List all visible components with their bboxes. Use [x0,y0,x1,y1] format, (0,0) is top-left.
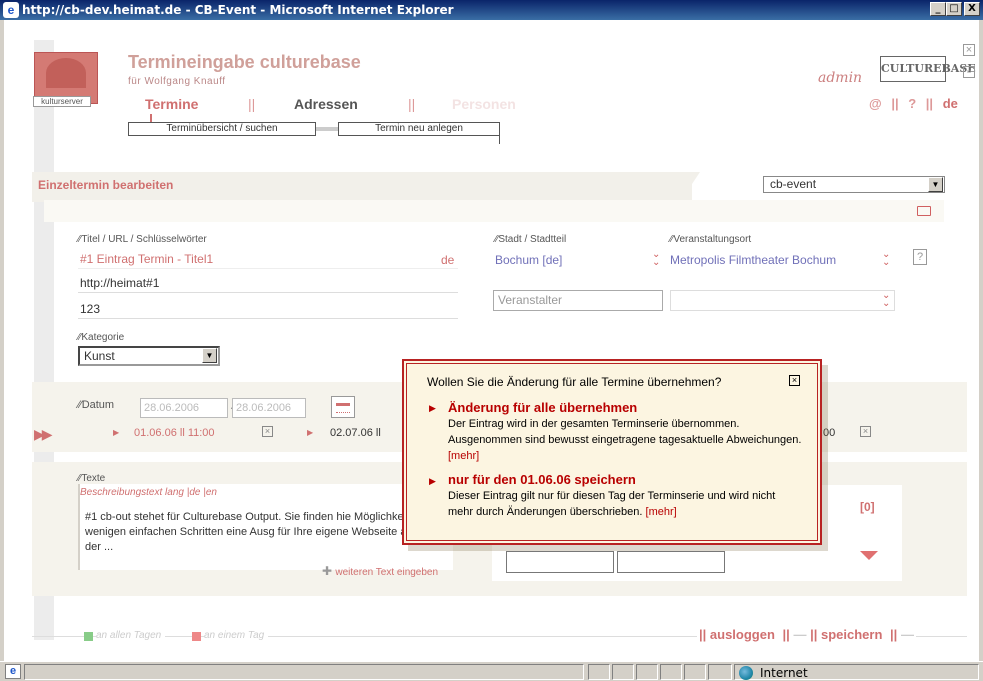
app-title: Termineingabe culturebase [128,52,361,72]
dialog-question: Wollen Sie die Änderung für alle Termine… [427,375,722,389]
legend-all-days: an allen Tagen [96,630,166,641]
nav-right-links: @ || ? || de [869,96,958,111]
play-icon[interactable]: ▶ [307,428,313,437]
dialog-close-icon[interactable]: × [789,375,800,386]
media-input[interactable] [617,551,725,573]
status-pane [588,664,610,680]
date-to-field[interactable]: 28.06.2006 [232,398,306,418]
nav-personen[interactable]: Personen [452,96,516,112]
text-preview[interactable]: #1 cb-out stehet für Culturebase Output.… [85,510,450,555]
nav-indicator [150,114,152,122]
arrow-right-icon: ▶ [429,476,436,486]
status-text-pane [24,664,584,680]
organizer-select[interactable] [670,290,895,311]
texts-label: ⁄⁄Texte [78,473,106,484]
legend-one-day-icon [192,632,201,641]
nav-separator: || [408,96,416,112]
logo-label: kulturserver [33,96,91,107]
url-field[interactable]: http://heimat#1 [78,274,458,293]
tab-termin-neu[interactable]: Termin neu anlegen [338,122,500,136]
maximize-button[interactable]: □ [946,2,962,16]
date-from-field[interactable]: 28.06.2006 [140,398,228,418]
status-pane [612,664,634,680]
section-header-corner [680,172,700,202]
title-lang[interactable]: de [441,253,454,267]
play-icon[interactable]: ▶ [113,428,119,437]
text-tab[interactable]: Beschreibungstext lang |de |en [80,487,217,498]
venue-label: ⁄⁄Veranstaltungsort [670,234,752,245]
legend-one-day: an einem Tag [204,630,269,641]
section-title: Einzeltermin bearbeiten [38,178,174,192]
chevron-down-icon[interactable]: ▼ [202,348,217,363]
expand-arrows-icon[interactable]: ▶▶ [34,426,52,443]
option-save-single[interactable]: nur für den 01.06.06 speichern [448,472,636,487]
city-field[interactable]: Bochum [de] [495,253,562,267]
close-button[interactable]: X [964,2,980,16]
calendar-icon-detail [336,403,350,413]
title-field[interactable]: #1 Eintrag Termin - Titel1 [78,250,458,269]
option-save-single-text: Dieser Eintrag gilt nur für diesen Tag d… [448,490,776,518]
ie-logo-icon: e [3,2,19,18]
media-counter: [0] [860,500,875,514]
chevron-down-icon[interactable]: ⌄ ⌄ [882,250,890,268]
print-icon[interactable] [917,206,931,216]
satellite-dish-icon [46,58,86,88]
window-title-bar: http://cb-dev.heimat.de - CB-Event - Mic… [0,0,983,20]
chevron-down-icon[interactable]: ▼ [928,177,943,192]
at-icon[interactable]: @ [869,96,882,111]
minimize-button[interactable]: _ [930,2,946,16]
status-pane [684,664,706,680]
zone-label: Internet [760,666,808,680]
organizer-field[interactable]: Veranstalter [493,290,663,311]
culturebase-logo: CULTUREBASE [880,56,976,82]
more-link[interactable]: [mehr] [448,450,479,462]
admin-logo-text: admin [818,70,863,86]
app-subtitle: für Wolfgang Knauff [128,76,226,87]
remove-date-icon[interactable]: × [262,426,273,437]
expand-down-icon[interactable] [860,551,878,560]
subtab-connector [316,127,338,131]
subtab-border [499,122,500,144]
restore-panel-icon[interactable]: ▫ [963,66,975,78]
more-link[interactable]: [mehr] [646,506,677,518]
arrow-right-icon: ▶ [429,403,436,413]
title-label: ⁄⁄Titel / URL / Schlüsselwörter [78,234,207,245]
chevron-down-icon[interactable]: ⌄ ⌄ [882,291,890,309]
database-select[interactable]: cb-event [763,176,945,193]
footer-actions: || ausloggen || — || speichern || — [697,627,916,642]
logout-link[interactable]: ausloggen [710,627,775,642]
page-icon: e [5,664,21,679]
media-input[interactable] [506,551,614,573]
help-icon[interactable]: ? [913,249,927,265]
legend-all-days-icon [84,632,93,641]
language-link[interactable]: de [943,96,958,111]
add-text-link[interactable]: ✚ weiteren Text eingeben [322,564,438,578]
section-toolbar [44,200,944,222]
remove-date-icon[interactable]: × [860,426,871,437]
status-pane [708,664,732,680]
category-label: ⁄⁄Kategorie [78,332,125,343]
save-link[interactable]: speichern [821,627,882,642]
status-pane [660,664,682,680]
tab-termin-uebersicht[interactable]: Terminübersicht / suchen [128,122,316,136]
close-panel-icon[interactable]: × [963,44,975,56]
nav-termine[interactable]: Termine [145,96,198,112]
option-apply-all[interactable]: Änderung für alle übernehmen [448,400,637,415]
keywords-field[interactable]: 123 [78,300,458,319]
date-entry-2[interactable]: 02.07.06 ll [330,427,381,439]
category-select[interactable]: Kunst [78,346,220,366]
chevron-down-icon[interactable]: ⌄ ⌄ [652,250,660,268]
status-pane [636,664,658,680]
globe-icon [739,666,753,680]
city-label: ⁄⁄Stadt / Stadtteil [495,234,567,245]
date-entry-1[interactable]: 01.06.06 ll 11:00 [134,427,215,439]
help-link[interactable]: ? [908,96,916,111]
nav-separator: || [248,96,256,112]
option-apply-all-text: Der Eintrag wird in der gesamten Termins… [448,418,802,462]
date-label: ⁄⁄Datum [78,399,115,411]
nav-adressen[interactable]: Adressen [294,96,358,112]
venue-field[interactable]: Metropolis Filmtheater Bochum [670,253,836,267]
